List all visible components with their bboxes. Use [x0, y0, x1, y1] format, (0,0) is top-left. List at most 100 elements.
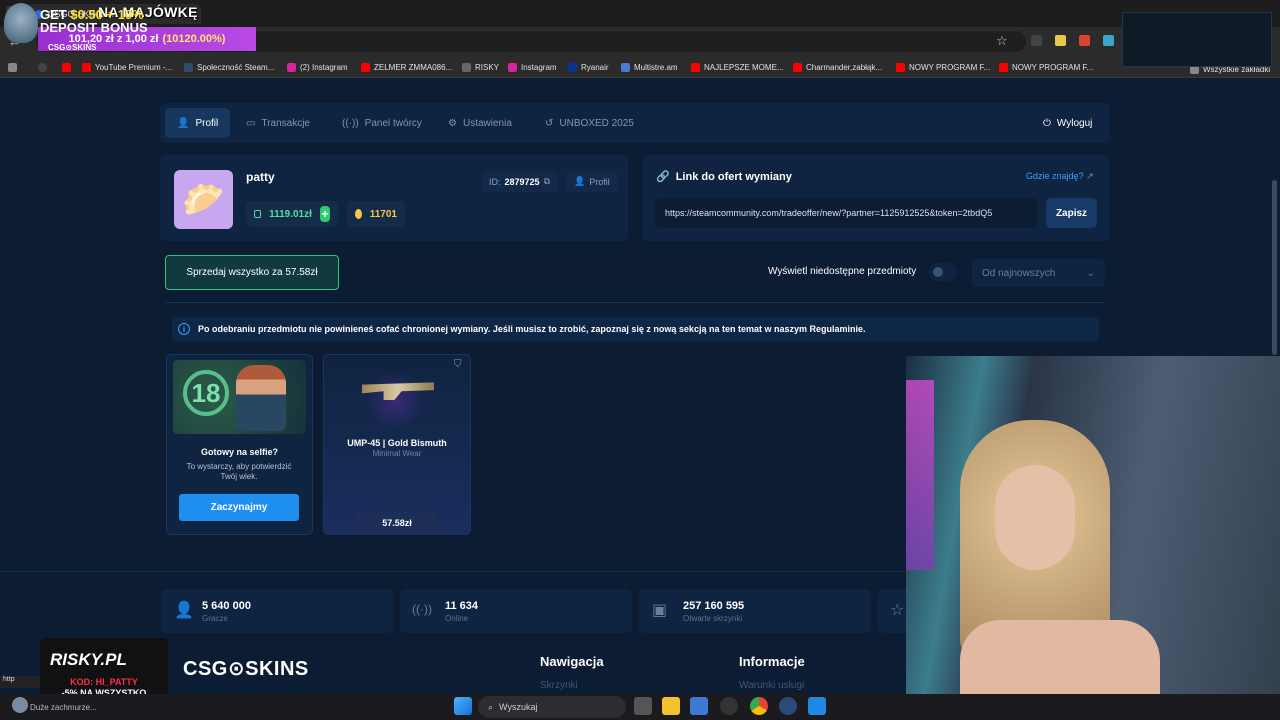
youtube-icon[interactable] — [62, 60, 71, 74]
receipt-icon: ▭ — [246, 117, 256, 129]
app-icon[interactable] — [808, 697, 826, 715]
weather-text: Duże zachmurze... — [30, 703, 97, 712]
ad-brand-logo: CSG⊙SKINS — [48, 43, 97, 52]
info-notice: i Po odebraniu przedmiotu nie powinieneś … — [172, 317, 1099, 341]
sponsor-code: KOD: HI_PATTY — [70, 677, 138, 687]
broadcast-icon: ((·)) — [412, 602, 432, 616]
sell-all-button[interactable]: Sprzedaj wszystko za 57.58zł — [165, 255, 339, 290]
stat-online — [400, 589, 632, 633]
unavailable-toggle-label: Wyświetl niedostępne przedmioty — [768, 266, 917, 277]
power-icon: ⏻ — [1043, 117, 1051, 129]
bookmark-item[interactable]: Społeczność Steam... — [184, 60, 274, 74]
apps-grid-icon[interactable] — [8, 60, 17, 74]
bookmark-item[interactable]: (2) Instagram — [287, 60, 348, 74]
trade-link-title: 🔗 Link do ofert wymiany — [656, 170, 792, 184]
stat-label: Online — [445, 614, 469, 623]
unavailable-toggle[interactable] — [929, 263, 957, 281]
profile-link-button[interactable]: 👤 Profil — [566, 171, 618, 192]
bookmark-item[interactable]: NOWY PROGRAM F... — [896, 60, 990, 74]
balance-badge: 1119.01zł + — [246, 201, 338, 227]
stat-value: 5 640 000 — [202, 600, 251, 612]
link-icon: 🔗 — [656, 171, 670, 183]
footer-link[interactable]: Skrzynki — [540, 680, 578, 691]
footer-nav-title: Nawigacja — [540, 654, 604, 669]
bookmark-item[interactable]: Multistre.am — [621, 60, 678, 74]
ad-character-image — [4, 3, 38, 43]
selfie-description: To wystarczy, aby potwierdzić Twój wiek. — [186, 462, 292, 481]
item-price: 57.58zł — [349, 511, 445, 535]
user-icon: 👤 — [574, 176, 586, 186]
ryanair-icon — [568, 62, 577, 72]
sort-select[interactable]: Od najnowszych ⌄ — [972, 259, 1105, 287]
stat-cases — [639, 589, 871, 633]
add-funds-button[interactable]: + — [319, 206, 330, 222]
trade-url-input[interactable]: https://steamcommunity.com/tradeoffer/ne… — [655, 198, 1038, 228]
instagram-icon — [287, 62, 296, 72]
tab-transakcje[interactable]: ▭ Transakcje — [234, 108, 322, 138]
file-explorer-icon[interactable] — [662, 697, 680, 715]
toggle-knob — [933, 267, 943, 277]
bookmark-item[interactable]: Ryanair — [568, 60, 609, 74]
start-verification-button[interactable]: Zaczynajmy — [179, 494, 299, 521]
bookmark-item[interactable]: YouTube Premium -... — [82, 60, 172, 74]
coin-icon — [355, 209, 362, 219]
bookmark-item[interactable]: RISKY — [462, 60, 499, 74]
settings-icon[interactable] — [779, 697, 797, 715]
selfie-title: Gotowy na selfie? — [200, 447, 278, 457]
bookmark-item[interactable]: NOWY PROGRAM F... — [999, 60, 1093, 74]
sponsor-logo: RISKY.PL — [50, 650, 127, 669]
risky-icon — [462, 62, 471, 72]
chrome-icon[interactable] — [750, 697, 768, 715]
avatar[interactable]: 🥟 — [174, 170, 233, 229]
taskbar-search[interactable]: ⌕ Wyszukaj — [478, 696, 626, 718]
search-icon: ⌕ — [488, 701, 494, 712]
footer-link[interactable]: Warunki usługi — [739, 680, 804, 691]
youtube-icon — [361, 62, 370, 72]
bookmark-item[interactable]: Instagram — [508, 60, 557, 74]
obs-icon[interactable] — [720, 697, 738, 715]
box-icon: ▣ — [652, 602, 668, 619]
bookmark-item[interactable]: ZELMER ZMMA086... — [361, 60, 452, 74]
bookmark-item[interactable]: NAJLEPSZE MOME... — [691, 60, 784, 74]
user-id-badge[interactable]: ID: 2879725 ⧉ — [481, 171, 558, 192]
youtube-icon — [999, 62, 1008, 72]
username: patty — [246, 170, 275, 184]
tab-profil[interactable]: 👤 Profil — [165, 108, 231, 138]
tab-panel-tworcy[interactable]: ((·)) Panel twórcy — [330, 108, 434, 138]
bookmark-item[interactable]: Charmander,zabłąk... — [793, 60, 882, 74]
stat-label: Otwarte skrzynki — [683, 614, 743, 623]
logout-button[interactable]: ⏻ Wyloguj — [1031, 108, 1104, 138]
selfie-character — [236, 365, 286, 431]
gear-icon: ⚙ — [448, 117, 457, 129]
extension-icon[interactable] — [1079, 35, 1090, 46]
github-icon[interactable] — [38, 60, 47, 74]
windows-start-icon[interactable] — [454, 697, 472, 715]
webcam-streamer-body — [960, 620, 1160, 694]
task-view-icon[interactable] — [634, 697, 652, 715]
webcam-streamer-face — [995, 465, 1075, 570]
ad-banner[interactable] — [1122, 12, 1272, 67]
bookmark-star-icon[interactable]: ☆ — [996, 33, 1008, 49]
steam-icon — [184, 62, 193, 72]
weather-icon[interactable] — [12, 697, 28, 713]
protected-shield-icon: ⛉ — [454, 359, 462, 370]
save-button[interactable]: Zapisz — [1046, 198, 1097, 228]
where-to-find-link[interactable]: Gdzie znajdę? ↗ — [1026, 171, 1094, 182]
stat-value: 11 634 — [445, 600, 479, 612]
chevron-down-icon: ⌄ — [1086, 267, 1095, 279]
multistream-icon — [621, 62, 630, 72]
site-logo[interactable]: CSG⊙SKINS — [183, 656, 309, 681]
extension-icon[interactable] — [1031, 35, 1042, 46]
page-scrollbar[interactable] — [1272, 180, 1277, 355]
broadcast-icon: ((·)) — [342, 117, 359, 129]
tab-ustawienia[interactable]: ⚙ Ustawienia — [436, 108, 524, 138]
item-glow — [365, 370, 425, 430]
copy-icon[interactable]: ⧉ — [544, 176, 550, 187]
extension-icon[interactable] — [1103, 35, 1114, 46]
stat-value: 257 160 595 — [683, 600, 745, 612]
store-icon[interactable] — [690, 697, 708, 715]
item-wear: Minimal Wear — [372, 449, 422, 458]
extension-icon[interactable] — [1055, 35, 1066, 46]
stat-players — [161, 589, 393, 633]
tab-unboxed[interactable]: ↺ UNBOXED 2025 — [533, 108, 646, 138]
